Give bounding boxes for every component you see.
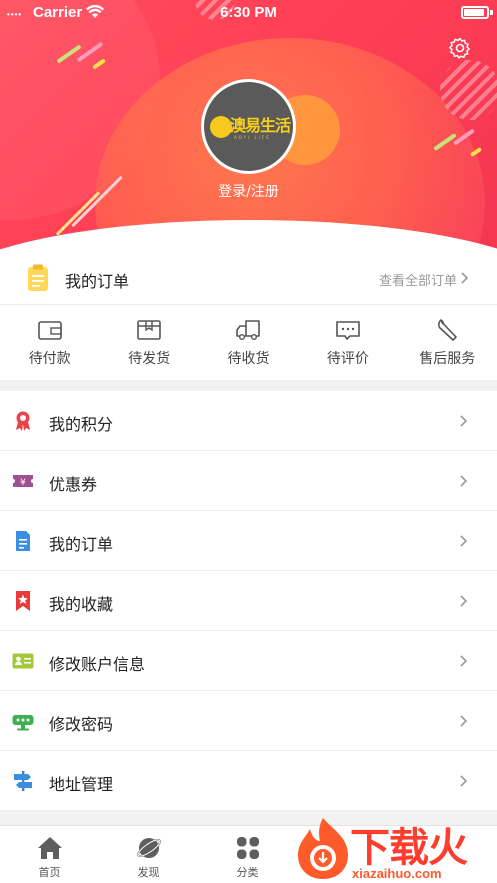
svg-text:¥: ¥ [20, 478, 26, 488]
order-status-label: 待发货 [128, 351, 171, 367]
menu-item-address[interactable]: 地址管理 [0, 751, 497, 811]
watermark-url: xiazaihuo.com [352, 866, 442, 881]
account-menu-list: 我的积分 ¥ 优惠券 我的订单 我的收藏 修改账户信息 修改密码 地址管理 [0, 391, 497, 811]
chevron-right-icon [460, 535, 468, 547]
battery-cap [490, 10, 493, 15]
wrench-icon [438, 319, 458, 341]
tab-label: 首页 [38, 866, 61, 879]
order-status-label: 售后服务 [419, 351, 476, 367]
watermark-logo: 下载火 xiazaihuo.com [292, 815, 497, 883]
menu-item-change-password[interactable]: 修改密码 [0, 691, 497, 751]
signpost-icon [14, 771, 32, 791]
view-all-orders-link[interactable]: 查看全部订单 [379, 270, 457, 289]
chevron-right-icon [460, 775, 468, 787]
category-icon [236, 837, 259, 859]
discover-icon [136, 838, 161, 858]
menu-item-label: 地址管理 [49, 775, 114, 794]
tab-label: 发现 [137, 866, 160, 879]
chevron-right-icon [460, 415, 468, 427]
medal-icon [16, 411, 30, 431]
flame-logo-icon [298, 818, 348, 879]
menu-item-label: 修改账户信息 [49, 655, 146, 674]
tab-home[interactable]: 首页 [0, 826, 99, 883]
status-time: 6:30 PM [220, 4, 277, 21]
order-status-after-sales[interactable]: 售后服务 [398, 306, 497, 380]
menu-item-label: 我的收藏 [49, 595, 114, 614]
coupon-icon: ¥ [13, 475, 33, 488]
avatar[interactable]: 澳易生活 AOYI LIFE [201, 79, 296, 174]
orders-title: 我的订单 [65, 272, 130, 291]
menu-item-coupons[interactable]: ¥ 优惠券 [0, 451, 497, 511]
chevron-right-icon [461, 272, 469, 284]
settings-gear-icon[interactable] [448, 36, 472, 60]
menu-item-points[interactable]: 我的积分 [0, 391, 497, 451]
avatar-logo-text: 澳易生活 [230, 116, 291, 135]
comment-icon [336, 321, 360, 340]
menu-item-orders[interactable]: 我的订单 [0, 511, 497, 571]
chevron-right-icon [460, 475, 468, 487]
chevron-right-icon [460, 655, 468, 667]
order-status-label: 待付款 [28, 351, 71, 367]
account-page: •••• Carrier 6:30 PM 澳易生活 AOYI LIFE 登录/注… [0, 0, 497, 883]
chevron-right-icon [460, 595, 468, 607]
tab-discover[interactable]: 发现 [99, 826, 198, 883]
clipboard-icon [28, 264, 48, 291]
box-icon [137, 320, 161, 340]
truck-icon [236, 320, 261, 341]
orders-card: 我的订单 查看全部订单 待付款 待发货 待收货 待评价 售后服务 [0, 250, 497, 380]
battery-icon [461, 6, 489, 19]
tab-label: 分类 [236, 866, 259, 879]
menu-item-label: 优惠券 [49, 475, 98, 494]
order-status-pending-review[interactable]: 待评价 [298, 306, 397, 380]
menu-item-favorites[interactable]: 我的收藏 [0, 571, 497, 631]
profile-header: •••• Carrier 6:30 PM 澳易生活 AOYI LIFE 登录/注… [0, 0, 497, 250]
star-bookmark-icon [16, 591, 30, 611]
avatar-logo-subtext: AOYI LIFE [234, 135, 271, 140]
header-decoration [440, 60, 497, 120]
password-icon [12, 715, 34, 731]
document-icon [16, 531, 30, 551]
menu-item-edit-account[interactable]: 修改账户信息 [0, 631, 497, 691]
order-status-pending-receipt[interactable]: 待收货 [199, 306, 298, 380]
order-status-label: 待评价 [326, 351, 369, 367]
tab-category[interactable]: 分类 [198, 826, 297, 883]
order-status-pending-shipment[interactable]: 待发货 [99, 306, 198, 380]
lemon-logo-icon [210, 116, 232, 138]
status-bar: •••• Carrier 6:30 PM [0, 0, 497, 26]
home-icon [37, 837, 62, 859]
login-register-link[interactable]: 登录/注册 [0, 181, 497, 201]
chevron-right-icon [460, 715, 468, 727]
orders-header[interactable]: 我的订单 查看全部订单 [0, 250, 497, 305]
menu-item-label: 我的积分 [49, 415, 114, 434]
wallet-icon [37, 321, 62, 340]
order-status-label: 待收货 [227, 351, 270, 367]
menu-item-label: 修改密码 [49, 715, 114, 734]
id-card-icon [12, 653, 34, 669]
order-status-pending-payment[interactable]: 待付款 [0, 306, 99, 380]
order-status-row: 待付款 待发货 待收货 待评价 售后服务 [0, 306, 497, 380]
watermark-text: 下载火 [350, 825, 468, 871]
menu-item-label: 我的订单 [49, 535, 114, 554]
